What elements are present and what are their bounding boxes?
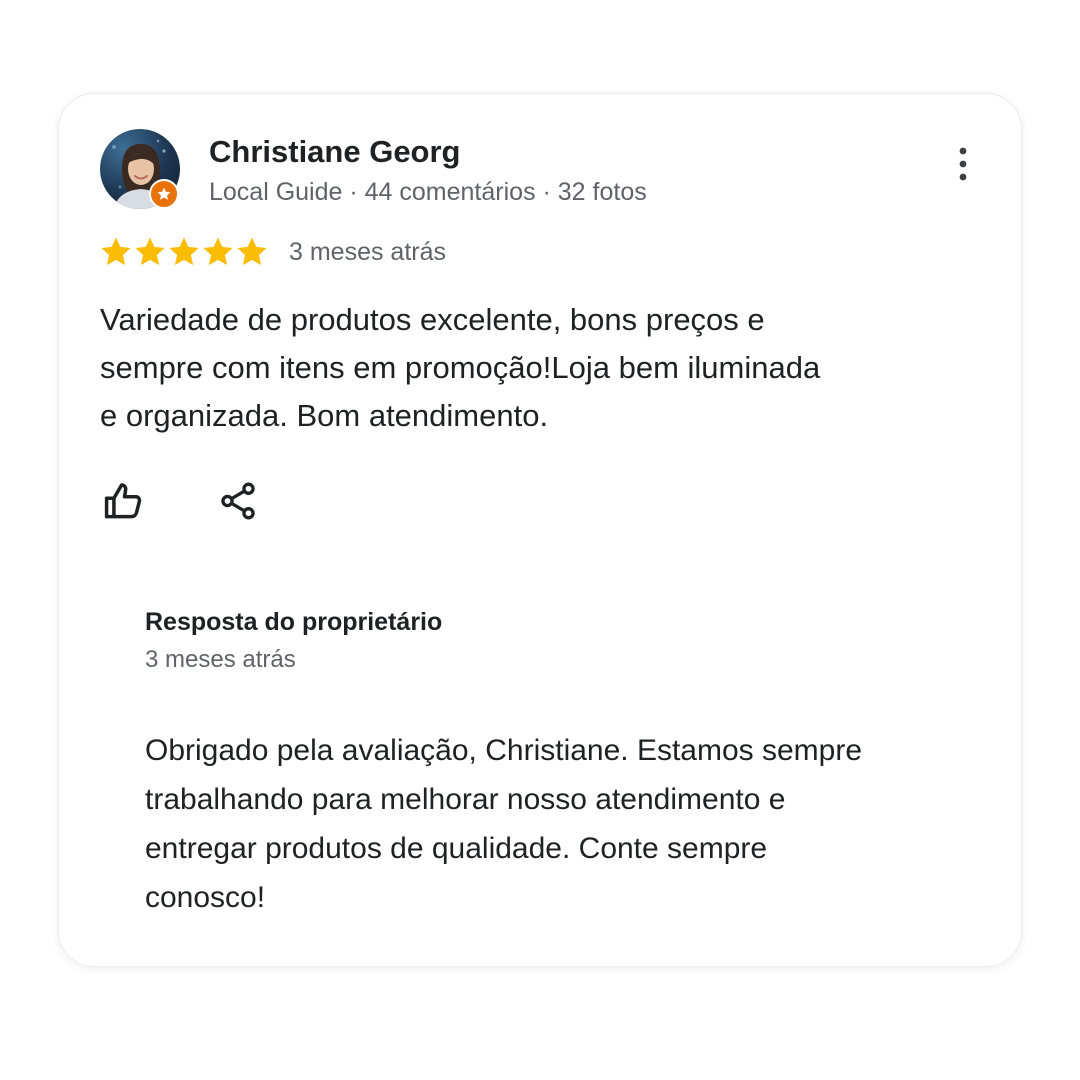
owner-response-text: Obrigado pela avaliação, Christiane. Est…: [145, 726, 1005, 922]
review-date: 3 meses atrás: [289, 237, 447, 266]
owner-response-title: Resposta do proprietário: [145, 608, 443, 636]
review-card: Christiane Georg Local Guide · 44 coment…: [58, 93, 1022, 967]
review-actions: [99, 476, 263, 526]
star-icon: [203, 237, 233, 266]
review-text-line: e organizada. Bom atendimento.: [100, 398, 549, 433]
local-guide-star-icon: [149, 179, 179, 209]
reviewer-meta: Local Guide · 44 comentários · 32 fotos: [209, 178, 647, 206]
owner-response-line: conosco!: [145, 881, 266, 914]
review-text-line: sempre com itens em promoção!Loja bem il…: [100, 350, 821, 385]
star-icon: [101, 237, 131, 266]
more-vert-icon: [959, 147, 967, 181]
review-text-line: Variedade de produtos excelente, bons pr…: [100, 302, 765, 337]
like-button[interactable]: [99, 476, 149, 526]
owner-response-date: 3 meses atrás: [145, 646, 296, 673]
owner-response-line: Obrigado pela avaliação, Christiane. Est…: [145, 734, 863, 767]
thumbs-up-icon: [104, 483, 142, 519]
star-icon: [135, 237, 165, 266]
owner-response-line: entregar produtos de qualidade. Conte se…: [145, 832, 768, 865]
star-icon: [169, 237, 199, 266]
star-rating: [99, 235, 269, 269]
share-button[interactable]: [213, 476, 263, 526]
review-text: Variedade de produtos excelente, bons pr…: [100, 296, 950, 440]
rating-row: 3 meses atrás: [99, 232, 446, 272]
owner-response: Resposta do proprietário 3 meses atrás O…: [145, 604, 1005, 922]
reviewer-name[interactable]: Christiane Georg: [209, 134, 461, 170]
avatar[interactable]: [100, 129, 180, 209]
share-icon: [221, 482, 255, 520]
more-options-button[interactable]: [943, 144, 983, 184]
owner-response-line: trabalhando para melhorar nosso atendime…: [145, 783, 786, 816]
star-icon: [237, 237, 267, 266]
